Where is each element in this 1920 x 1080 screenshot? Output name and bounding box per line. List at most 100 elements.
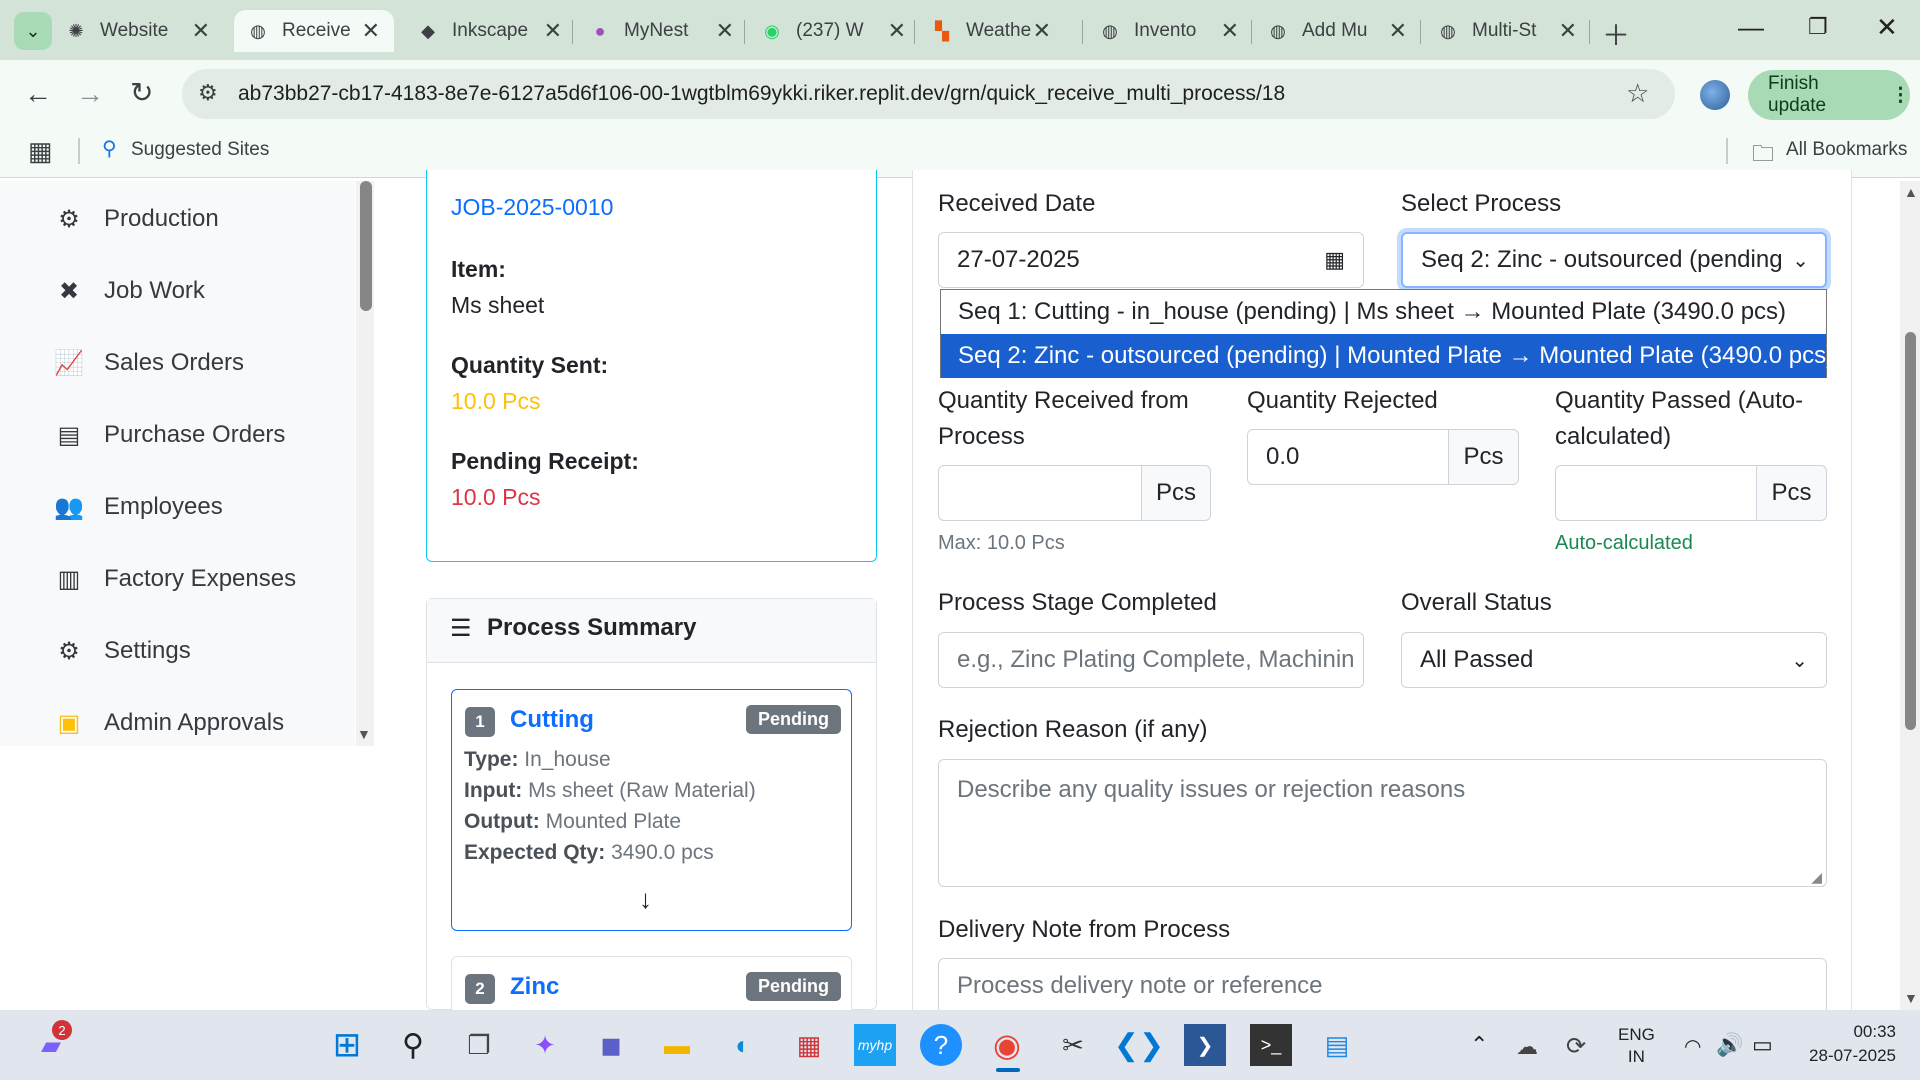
sidebar-scrollbar-thumb[interactable] [360, 181, 372, 311]
battery-icon[interactable]: ▭ [1752, 1032, 1773, 1058]
item-value: Ms sheet [451, 292, 545, 318]
back-icon[interactable]: ← [24, 78, 52, 110]
close-icon[interactable]: ✕ [716, 18, 734, 44]
delivery-note-input[interactable]: Process delivery note or reference [938, 958, 1827, 1014]
close-icon[interactable]: ✕ [1559, 18, 1577, 44]
sidebar-item-purchase-orders[interactable]: ▤ Purchase Orders [54, 415, 286, 455]
qty-received-input[interactable] [938, 465, 1142, 521]
clock[interactable]: 00:33 28-07-2025 [1796, 1020, 1896, 1068]
edge-icon[interactable]: ◐ [722, 1024, 764, 1066]
sidebar-item-factory-expenses[interactable]: ▥ Factory Expenses [54, 559, 296, 599]
close-icon[interactable]: ✕ [192, 18, 210, 44]
close-window-icon[interactable]: ✕ [1876, 12, 1898, 43]
sidebar-item-employees[interactable]: 👥 Employees [54, 487, 223, 527]
step-type: Type: In_house [464, 748, 611, 771]
tab-inventory[interactable]: ◍ Invento ✕ [1098, 10, 1253, 52]
select-process-dropdown[interactable]: Seq 2: Zinc - outsourced (pending ⌄ [1401, 232, 1827, 288]
tab-search-button[interactable]: ⌄ [14, 12, 52, 50]
new-tab-icon[interactable]: ＋ [1602, 14, 1630, 54]
task-view-icon[interactable]: ❐ [458, 1024, 500, 1066]
rejection-reason-textarea[interactable]: Describe any quality issues or rejection… [938, 759, 1827, 887]
snipping-tool-icon[interactable]: ✂ [1052, 1024, 1094, 1066]
page-scrollbar-thumb[interactable] [1905, 332, 1916, 730]
quantity-sent-label: Quantity Sent: [451, 352, 609, 378]
close-icon[interactable]: ✕ [362, 18, 380, 44]
notepad-icon[interactable]: ▤ [1316, 1024, 1358, 1066]
restore-icon[interactable]: ❐ [1808, 14, 1828, 40]
url-text[interactable]: ab73bb27-cb17-4183-8e7e-6127a5d6f106-00-… [238, 82, 1285, 106]
sidebar-item-job-work[interactable]: ✖ Job Work [54, 271, 205, 311]
bookmark-star-icon[interactable]: ☆ [1626, 78, 1649, 109]
more-vert-icon[interactable]: ⋮ [1891, 84, 1910, 107]
tools-icon: ✖ [58, 277, 80, 305]
close-icon[interactable]: ✕ [544, 18, 562, 44]
reload-icon[interactable]: ↻ [130, 76, 153, 109]
received-date-input[interactable]: 27-07-2025 ▦ [938, 232, 1364, 288]
inkscape-icon: ◆ [421, 20, 435, 41]
apps-grid-icon[interactable]: ▦ [28, 136, 53, 167]
suggested-sites-link[interactable]: Suggested Sites [131, 139, 269, 161]
site-info-icon[interactable]: ⚙ [198, 80, 218, 106]
onedrive-icon[interactable]: ☁ [1516, 1034, 1538, 1060]
language-indicator[interactable]: ENG IN [1618, 1024, 1655, 1068]
process-option[interactable]: Seq 1: Cutting - in_house (pending) | Ms… [941, 290, 1826, 334]
finish-update-button[interactable]: Finish update ⋮ [1748, 70, 1910, 120]
all-bookmarks-link[interactable]: All Bookmarks [1786, 139, 1907, 161]
chevron-up-icon[interactable]: ⌃ [1470, 1032, 1488, 1058]
minimize-icon[interactable]: — [1738, 12, 1764, 43]
calendar-icon[interactable]: ▦ [1324, 247, 1345, 273]
qty-rejected-input[interactable]: 0.0 [1247, 429, 1449, 485]
sidebar-item-production[interactable]: ⚙ Production [54, 199, 219, 239]
tab-whatsapp[interactable]: ◉ (237) W ✕ [760, 10, 920, 52]
terminal-icon[interactable]: >_ [1250, 1024, 1292, 1066]
search-icon: ⚲ [102, 138, 117, 160]
sidebar-item-admin-approvals[interactable]: ▣ Admin Approvals [54, 703, 284, 743]
scroll-up-arrow-icon[interactable]: ▲ [1904, 184, 1918, 200]
tab-website[interactable]: ✺ Website ✕ [64, 10, 224, 52]
sidebar-item-settings[interactable]: ⚙ Settings [54, 631, 190, 671]
step-name: Zinc [510, 973, 560, 1000]
tab-inkscape[interactable]: ◆ Inkscape ✕ [416, 10, 576, 52]
job-number[interactable]: JOB-2025-0010 [451, 194, 613, 221]
weather-icon: ▚ [935, 20, 949, 41]
overall-status-select[interactable]: All Passed ⌄ [1401, 632, 1827, 688]
process-option-selected[interactable]: Seq 2: Zinc - outsourced (pending) | Mou… [941, 334, 1834, 378]
myhp-icon[interactable]: myhp [854, 1024, 896, 1066]
file-explorer-icon[interactable]: ▬ [656, 1024, 698, 1066]
tab-receive[interactable]: ◍ Receive ✕ [234, 10, 394, 52]
close-icon[interactable]: ✕ [1221, 18, 1239, 44]
profile-avatar[interactable] [1700, 80, 1730, 110]
tab-weather[interactable]: ▚ Weathe ✕ [930, 10, 1065, 52]
qty-passed-label: Quantity Passed (Auto-calculated) [1555, 387, 1804, 450]
tab-multi-step[interactable]: ◍ Multi-St ✕ [1436, 10, 1591, 52]
teams-icon[interactable]: ◼ [590, 1024, 632, 1066]
scroll-down-arrow-icon[interactable]: ▼ [1904, 990, 1918, 1006]
tab-mynest[interactable]: ● MyNest ✕ [588, 10, 748, 52]
windows-start-icon[interactable]: ⊞ [326, 1024, 368, 1066]
search-icon[interactable]: ⚲ [392, 1024, 434, 1066]
vscode-icon[interactable]: ❮❯ [1114, 1024, 1164, 1066]
qty-received-help: Max: 10.0 Pcs [938, 532, 1065, 554]
select-process-label: Select Process [1401, 190, 1562, 217]
store-icon[interactable]: ▦ [788, 1024, 830, 1066]
process-stage-input[interactable]: e.g., Zinc Plating Complete, Machinin [938, 632, 1364, 688]
volume-icon[interactable]: 🔊 [1716, 1032, 1743, 1058]
close-icon[interactable]: ✕ [888, 18, 906, 44]
sync-icon[interactable]: ⟳ [1566, 1032, 1586, 1061]
process-stage-label: Process Stage Completed [938, 589, 1217, 616]
tab-add-multi[interactable]: ◍ Add Mu ✕ [1266, 10, 1421, 52]
step-input: Input: Ms sheet (Raw Material) [464, 779, 756, 802]
close-icon[interactable]: ✕ [1389, 18, 1407, 44]
help-icon[interactable]: ? [920, 1024, 962, 1066]
close-icon[interactable]: ✕ [1033, 18, 1051, 44]
chrome-icon[interactable]: ◉ [986, 1024, 1028, 1066]
sidebar-item-sales-orders[interactable]: 📈 Sales Orders [54, 343, 244, 383]
forward-icon[interactable]: → [76, 78, 104, 110]
resize-handle-icon[interactable]: ◢ [1811, 869, 1822, 886]
received-date-label: Received Date [938, 190, 1096, 217]
powershell-icon[interactable]: ❯ [1184, 1024, 1226, 1066]
scroll-down-arrow-icon[interactable]: ▼ [357, 726, 371, 742]
qty-rejected-label: Quantity Rejected [1247, 387, 1438, 414]
copilot-icon[interactable]: ✦ [524, 1024, 566, 1066]
wifi-icon[interactable]: ◠ [1684, 1034, 1701, 1059]
